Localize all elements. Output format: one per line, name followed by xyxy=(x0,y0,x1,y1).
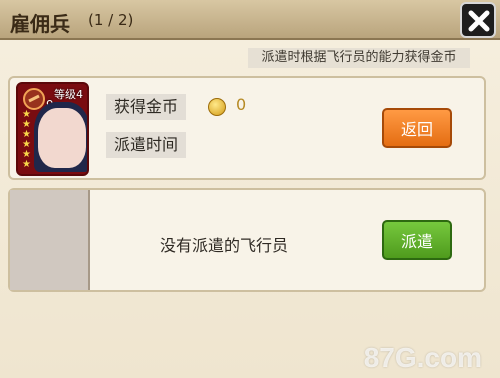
page-indicator: (1 / 2) xyxy=(88,11,134,29)
close-icon xyxy=(468,10,490,32)
level-label: 等级4 xyxy=(54,88,83,101)
watermark: 87G.com xyxy=(363,342,482,373)
close-button[interactable] xyxy=(460,2,496,38)
mercenary-card-2: 没有派遣的飞行员 派遣 xyxy=(8,188,486,292)
gold-value: 0 xyxy=(236,95,247,114)
return-button[interactable]: 返回 xyxy=(382,108,452,148)
time-label: 派遣时间 xyxy=(106,132,187,158)
pilot-face xyxy=(38,108,86,168)
dispatch-hint: 派遣时根据飞行员的能力获得金币 xyxy=(248,48,470,68)
pilot-portrait: 等级4 9 ★★★★★★ xyxy=(16,82,89,176)
title-bar: 雇佣兵 (1 / 2) xyxy=(0,0,500,40)
page-title: 雇佣兵 xyxy=(10,12,70,36)
empty-pilot-slot[interactable] xyxy=(10,190,90,290)
gold-label: 获得金币 xyxy=(106,94,187,120)
gold-coin-icon xyxy=(208,98,226,116)
dispatch-button[interactable]: 派遣 xyxy=(382,220,452,260)
mercenary-card-1: 等级4 9 ★★★★★★ 获得金币 0 派遣时间 返回 xyxy=(8,76,486,180)
mercenary-panel: 雇佣兵 (1 / 2) 派遣时根据飞行员的能力获得金币 等级4 9 ★★★★★★… xyxy=(0,0,500,378)
empty-pilot-text: 没有派遣的飞行员 xyxy=(160,236,289,255)
star-rating: ★ ★ ★ ★ ★ ★ xyxy=(22,109,31,170)
